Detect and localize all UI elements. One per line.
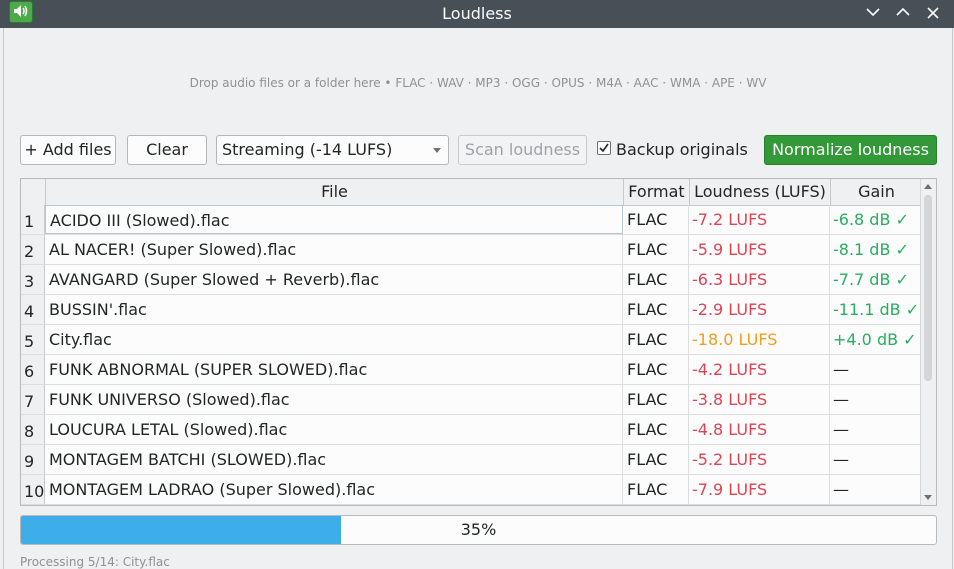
table-row[interactable]: 1 ACIDO III (Slowed).flac FLAC -7.2 LUFS… xyxy=(21,205,922,235)
gain-value: -6.8 dB ✓ xyxy=(833,210,909,229)
loudness-value: -4.2 LUFS xyxy=(689,355,830,384)
table-rows: 1 ACIDO III (Slowed).flac FLAC -7.2 LUFS… xyxy=(21,205,922,505)
file-name: ACIDO III (Slowed).flac xyxy=(45,205,623,234)
add-files-button[interactable]: + Add files xyxy=(20,135,116,165)
title-bar: Loudless xyxy=(0,0,954,28)
row-number: 5 xyxy=(21,325,45,354)
row-number: 9 xyxy=(21,445,45,474)
row-number: 2 xyxy=(21,235,45,264)
chevron-down-icon xyxy=(866,8,880,17)
scroll-up-icon[interactable] xyxy=(924,184,932,189)
file-name: FUNK ABNORMAL (SUPER SLOWED).flac xyxy=(45,355,623,384)
file-format: FLAC xyxy=(623,295,689,324)
row-number: 7 xyxy=(21,385,45,414)
loudness-value: -18.0 LUFS xyxy=(689,325,830,354)
target-preset-value: Streaming (-14 LUFS) xyxy=(222,140,393,159)
chevron-up-icon xyxy=(896,7,910,16)
loudness-value: -6.3 LUFS xyxy=(689,265,830,294)
gain-value: — xyxy=(833,360,849,379)
target-preset-select[interactable]: Streaming (-14 LUFS) xyxy=(216,135,449,165)
file-format: FLAC xyxy=(623,265,689,294)
loudness-value: -4.8 LUFS xyxy=(689,415,830,444)
loudness-value: -7.2 LUFS xyxy=(689,205,830,234)
file-format: FLAC xyxy=(623,385,689,414)
close-button[interactable] xyxy=(922,3,944,23)
file-name: AL NACER! (Super Slowed).flac xyxy=(45,235,623,264)
loudness-value: -5.2 LUFS xyxy=(689,445,830,474)
status-text: Processing 5/14: City.flac xyxy=(20,555,170,569)
loudness-value: -5.9 LUFS xyxy=(689,235,830,264)
row-number: 3 xyxy=(21,265,45,294)
file-name: City.flac xyxy=(45,325,623,354)
gain-value: — xyxy=(833,420,849,439)
table-header: File Format Loudness (LUFS) Gain xyxy=(21,179,922,206)
gain-value: +4.0 dB ✓ xyxy=(833,330,917,349)
header-corner xyxy=(21,179,45,205)
column-header-file[interactable]: File xyxy=(45,179,623,205)
scroll-down-icon[interactable] xyxy=(924,495,932,500)
close-icon xyxy=(927,7,939,19)
loudness-value: -3.8 LUFS xyxy=(689,385,830,414)
gain-value: — xyxy=(833,480,849,499)
clear-button[interactable]: Clear xyxy=(127,135,207,165)
main-window: Drop audio files or a folder here • FLAC… xyxy=(3,28,953,569)
column-header-loudness[interactable]: Loudness (LUFS) xyxy=(689,179,830,205)
table-row[interactable]: 3 AVANGARD (Super Slowed + Reverb).flac … xyxy=(21,265,922,295)
file-format: FLAC xyxy=(623,205,689,234)
file-name: LOUCURA LETAL (Slowed).flac xyxy=(45,415,623,444)
table-row[interactable]: 6 FUNK ABNORMAL (SUPER SLOWED).flac FLAC… xyxy=(21,355,922,385)
scrollbar-thumb[interactable] xyxy=(924,195,932,381)
gain-value: -11.1 dB ✓ xyxy=(833,300,920,319)
file-name: MONTAGEM LADRAO (Super Slowed).flac xyxy=(45,475,623,504)
progress-label: 35% xyxy=(460,520,497,539)
gain-value: — xyxy=(833,450,849,469)
row-number: 1 xyxy=(21,205,45,234)
backup-originals-checkbox[interactable] xyxy=(597,141,611,155)
file-name: BUSSIN'.flac xyxy=(45,295,623,324)
row-number: 10 xyxy=(21,475,45,504)
table-row[interactable]: 9 MONTAGEM BATCHI (SLOWED).flac FLAC -5.… xyxy=(21,445,922,475)
backup-originals-label[interactable]: Backup originals xyxy=(616,140,748,159)
file-name: FUNK UNIVERSO (Slowed).flac xyxy=(45,385,623,414)
file-table: File Format Loudness (LUFS) Gain 1 ACIDO… xyxy=(20,178,937,506)
progress-bar: 35% xyxy=(20,515,937,545)
table-row[interactable]: 10 MONTAGEM LADRAO (Super Slowed).flac F… xyxy=(21,475,922,505)
loudness-value: -7.9 LUFS xyxy=(689,475,830,504)
scan-loudness-button[interactable]: Scan loudness xyxy=(458,135,587,165)
drop-zone[interactable]: Drop audio files or a folder here • FLAC… xyxy=(4,76,952,90)
gain-value: — xyxy=(833,390,849,409)
file-format: FLAC xyxy=(623,325,689,354)
file-format: FLAC xyxy=(623,355,689,384)
gain-value: -7.7 dB ✓ xyxy=(833,270,909,289)
file-format: FLAC xyxy=(623,475,689,504)
file-format: FLAC xyxy=(623,235,689,264)
table-row[interactable]: 4 BUSSIN'.flac FLAC -2.9 LUFS -11.1 dB ✓ xyxy=(21,295,922,325)
checkmark-icon xyxy=(599,143,609,153)
column-header-gain[interactable]: Gain xyxy=(830,179,922,205)
row-number: 4 xyxy=(21,295,45,324)
maximize-button[interactable] xyxy=(892,3,914,23)
table-row[interactable]: 8 LOUCURA LETAL (Slowed).flac FLAC -4.8 … xyxy=(21,415,922,445)
table-row[interactable]: 5 City.flac FLAC -18.0 LUFS +4.0 dB ✓ xyxy=(21,325,922,355)
column-header-format[interactable]: Format xyxy=(623,179,689,205)
table-row[interactable]: 7 FUNK UNIVERSO (Slowed).flac FLAC -3.8 … xyxy=(21,385,922,415)
minimize-button[interactable] xyxy=(862,3,884,23)
row-number: 8 xyxy=(21,415,45,444)
file-name: MONTAGEM BATCHI (SLOWED).flac xyxy=(45,445,623,474)
loudness-value: -2.9 LUFS xyxy=(689,295,830,324)
window-title: Loudless xyxy=(442,4,512,23)
table-scrollbar[interactable] xyxy=(920,179,936,505)
gain-value: -8.1 dB ✓ xyxy=(833,240,909,259)
row-number: 6 xyxy=(21,355,45,384)
table-row[interactable]: 2 AL NACER! (Super Slowed).flac FLAC -5.… xyxy=(21,235,922,265)
file-format: FLAC xyxy=(623,445,689,474)
file-format: FLAC xyxy=(623,415,689,444)
chevron-down-icon xyxy=(433,148,441,153)
normalize-loudness-button[interactable]: Normalize loudness xyxy=(764,135,937,165)
file-name: AVANGARD (Super Slowed + Reverb).flac xyxy=(45,265,623,294)
